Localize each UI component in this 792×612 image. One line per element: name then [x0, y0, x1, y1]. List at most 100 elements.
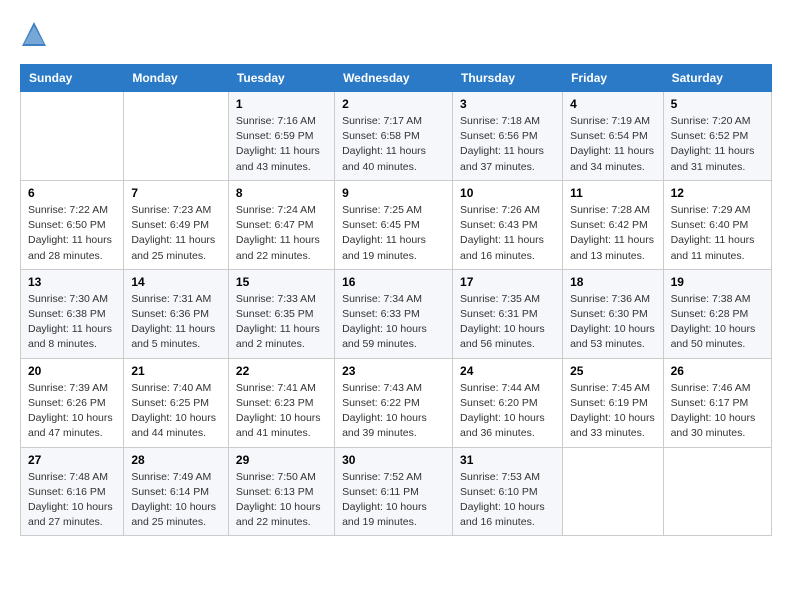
calendar-cell: 15 Sunrise: 7:33 AM Sunset: 6:35 PM Dayli…: [228, 269, 334, 358]
day-number: 7: [131, 186, 221, 200]
weekday-header-row: SundayMondayTuesdayWednesdayThursdayFrid…: [21, 65, 772, 92]
weekday-header-thursday: Thursday: [453, 65, 563, 92]
day-info: Sunrise: 7:46 AM Sunset: 6:17 PM Dayligh…: [671, 381, 764, 442]
calendar-cell: 19 Sunrise: 7:38 AM Sunset: 6:28 PM Dayli…: [663, 269, 771, 358]
calendar-week-1: 1 Sunrise: 7:16 AM Sunset: 6:59 PM Daylig…: [21, 92, 772, 181]
calendar-cell: 5 Sunrise: 7:20 AM Sunset: 6:52 PM Daylig…: [663, 92, 771, 181]
day-info: Sunrise: 7:16 AM Sunset: 6:59 PM Dayligh…: [236, 114, 327, 175]
calendar-cell: 27Sunrise: 7:48 AM Sunset: 6:16 PM Dayli…: [21, 447, 124, 536]
day-info: Sunrise: 7:20 AM Sunset: 6:52 PM Dayligh…: [671, 114, 764, 175]
day-number: 12: [671, 186, 764, 200]
day-number: 1: [236, 97, 327, 111]
logo: [20, 20, 52, 48]
page-header: [20, 20, 772, 48]
day-number: 26: [671, 364, 764, 378]
day-number: 9: [342, 186, 445, 200]
calendar-cell: 28 Sunrise: 7:49 AM Sunset: 6:14 PM Dayli…: [124, 447, 229, 536]
day-info: Sunrise: 7:38 AM Sunset: 6:28 PM Dayligh…: [671, 292, 764, 353]
day-info: Sunrise: 7:43 AM Sunset: 6:22 PM Dayligh…: [342, 381, 445, 442]
calendar-cell: 3Sunrise: 7:18 AM Sunset: 6:56 PM Daylig…: [453, 92, 563, 181]
day-info: Sunrise: 7:28 AM Sunset: 6:42 PM Dayligh…: [570, 203, 655, 264]
calendar-body: 1 Sunrise: 7:16 AM Sunset: 6:59 PM Daylig…: [21, 92, 772, 536]
day-number: 22: [236, 364, 327, 378]
day-info: Sunrise: 7:18 AM Sunset: 6:56 PM Dayligh…: [460, 114, 555, 175]
day-info: Sunrise: 7:26 AM Sunset: 6:43 PM Dayligh…: [460, 203, 555, 264]
day-number: 16: [342, 275, 445, 289]
day-number: 8: [236, 186, 327, 200]
day-info: Sunrise: 7:36 AM Sunset: 6:30 PM Dayligh…: [570, 292, 655, 353]
day-number: 11: [570, 186, 655, 200]
weekday-header-monday: Monday: [124, 65, 229, 92]
calendar-cell: 12 Sunrise: 7:29 AM Sunset: 6:40 PM Dayli…: [663, 180, 771, 269]
calendar-week-5: 27Sunrise: 7:48 AM Sunset: 6:16 PM Dayli…: [21, 447, 772, 536]
day-number: 29: [236, 453, 327, 467]
calendar-cell: 4 Sunrise: 7:19 AM Sunset: 6:54 PM Daylig…: [563, 92, 663, 181]
calendar-cell: 16 Sunrise: 7:34 AM Sunset: 6:33 PM Dayli…: [335, 269, 453, 358]
calendar-cell: 30Sunrise: 7:52 AM Sunset: 6:11 PM Dayli…: [335, 447, 453, 536]
calendar-cell: 11 Sunrise: 7:28 AM Sunset: 6:42 PM Dayli…: [563, 180, 663, 269]
calendar-cell: 29 Sunrise: 7:50 AM Sunset: 6:13 PM Dayli…: [228, 447, 334, 536]
day-number: 24: [460, 364, 555, 378]
calendar-cell: 7 Sunrise: 7:23 AM Sunset: 6:49 PM Daylig…: [124, 180, 229, 269]
weekday-header-sunday: Sunday: [21, 65, 124, 92]
day-info: Sunrise: 7:39 AM Sunset: 6:26 PM Dayligh…: [28, 381, 116, 442]
day-number: 21: [131, 364, 221, 378]
calendar-header: SundayMondayTuesdayWednesdayThursdayFrid…: [21, 65, 772, 92]
day-number: 5: [671, 97, 764, 111]
calendar-cell: 13Sunrise: 7:30 AM Sunset: 6:38 PM Dayli…: [21, 269, 124, 358]
day-info: Sunrise: 7:23 AM Sunset: 6:49 PM Dayligh…: [131, 203, 221, 264]
calendar-cell: 6Sunrise: 7:22 AM Sunset: 6:50 PM Daylig…: [21, 180, 124, 269]
calendar-cell: [563, 447, 663, 536]
day-info: Sunrise: 7:33 AM Sunset: 6:35 PM Dayligh…: [236, 292, 327, 353]
calendar-cell: 24 Sunrise: 7:44 AM Sunset: 6:20 PM Dayli…: [453, 358, 563, 447]
day-number: 28: [131, 453, 221, 467]
calendar-cell: 14 Sunrise: 7:31 AM Sunset: 6:36 PM Dayli…: [124, 269, 229, 358]
weekday-header-friday: Friday: [563, 65, 663, 92]
day-info: Sunrise: 7:22 AM Sunset: 6:50 PM Dayligh…: [28, 203, 116, 264]
calendar-week-3: 13Sunrise: 7:30 AM Sunset: 6:38 PM Dayli…: [21, 269, 772, 358]
calendar-cell: 9Sunrise: 7:25 AM Sunset: 6:45 PM Daylig…: [335, 180, 453, 269]
logo-icon: [20, 20, 48, 48]
day-info: Sunrise: 7:44 AM Sunset: 6:20 PM Dayligh…: [460, 381, 555, 442]
calendar-cell: [663, 447, 771, 536]
day-number: 4: [570, 97, 655, 111]
day-info: Sunrise: 7:50 AM Sunset: 6:13 PM Dayligh…: [236, 470, 327, 531]
day-number: 10: [460, 186, 555, 200]
day-number: 15: [236, 275, 327, 289]
calendar-cell: 21 Sunrise: 7:40 AM Sunset: 6:25 PM Dayli…: [124, 358, 229, 447]
calendar-cell: 17 Sunrise: 7:35 AM Sunset: 6:31 PM Dayli…: [453, 269, 563, 358]
calendar-cell: 26 Sunrise: 7:46 AM Sunset: 6:17 PM Dayli…: [663, 358, 771, 447]
day-number: 14: [131, 275, 221, 289]
day-info: Sunrise: 7:45 AM Sunset: 6:19 PM Dayligh…: [570, 381, 655, 442]
day-number: 30: [342, 453, 445, 467]
calendar-cell: 31Sunrise: 7:53 AM Sunset: 6:10 PM Dayli…: [453, 447, 563, 536]
day-info: Sunrise: 7:41 AM Sunset: 6:23 PM Dayligh…: [236, 381, 327, 442]
day-info: Sunrise: 7:19 AM Sunset: 6:54 PM Dayligh…: [570, 114, 655, 175]
calendar-cell: 23Sunrise: 7:43 AM Sunset: 6:22 PM Dayli…: [335, 358, 453, 447]
day-info: Sunrise: 7:31 AM Sunset: 6:36 PM Dayligh…: [131, 292, 221, 353]
calendar-cell: 22 Sunrise: 7:41 AM Sunset: 6:23 PM Dayli…: [228, 358, 334, 447]
calendar-cell: 2 Sunrise: 7:17 AM Sunset: 6:58 PM Daylig…: [335, 92, 453, 181]
calendar-cell: 1 Sunrise: 7:16 AM Sunset: 6:59 PM Daylig…: [228, 92, 334, 181]
calendar-week-2: 6Sunrise: 7:22 AM Sunset: 6:50 PM Daylig…: [21, 180, 772, 269]
calendar-cell: 8Sunrise: 7:24 AM Sunset: 6:47 PM Daylig…: [228, 180, 334, 269]
calendar-cell: [124, 92, 229, 181]
calendar-week-4: 20Sunrise: 7:39 AM Sunset: 6:26 PM Dayli…: [21, 358, 772, 447]
day-info: Sunrise: 7:35 AM Sunset: 6:31 PM Dayligh…: [460, 292, 555, 353]
day-info: Sunrise: 7:34 AM Sunset: 6:33 PM Dayligh…: [342, 292, 445, 353]
day-info: Sunrise: 7:17 AM Sunset: 6:58 PM Dayligh…: [342, 114, 445, 175]
day-number: 17: [460, 275, 555, 289]
calendar-cell: 10 Sunrise: 7:26 AM Sunset: 6:43 PM Dayli…: [453, 180, 563, 269]
weekday-header-saturday: Saturday: [663, 65, 771, 92]
day-number: 31: [460, 453, 555, 467]
day-info: Sunrise: 7:40 AM Sunset: 6:25 PM Dayligh…: [131, 381, 221, 442]
day-number: 13: [28, 275, 116, 289]
day-number: 2: [342, 97, 445, 111]
weekday-header-wednesday: Wednesday: [335, 65, 453, 92]
day-info: Sunrise: 7:29 AM Sunset: 6:40 PM Dayligh…: [671, 203, 764, 264]
day-info: Sunrise: 7:49 AM Sunset: 6:14 PM Dayligh…: [131, 470, 221, 531]
calendar-cell: 25 Sunrise: 7:45 AM Sunset: 6:19 PM Dayli…: [563, 358, 663, 447]
calendar-cell: 20Sunrise: 7:39 AM Sunset: 6:26 PM Dayli…: [21, 358, 124, 447]
day-number: 19: [671, 275, 764, 289]
day-number: 25: [570, 364, 655, 378]
